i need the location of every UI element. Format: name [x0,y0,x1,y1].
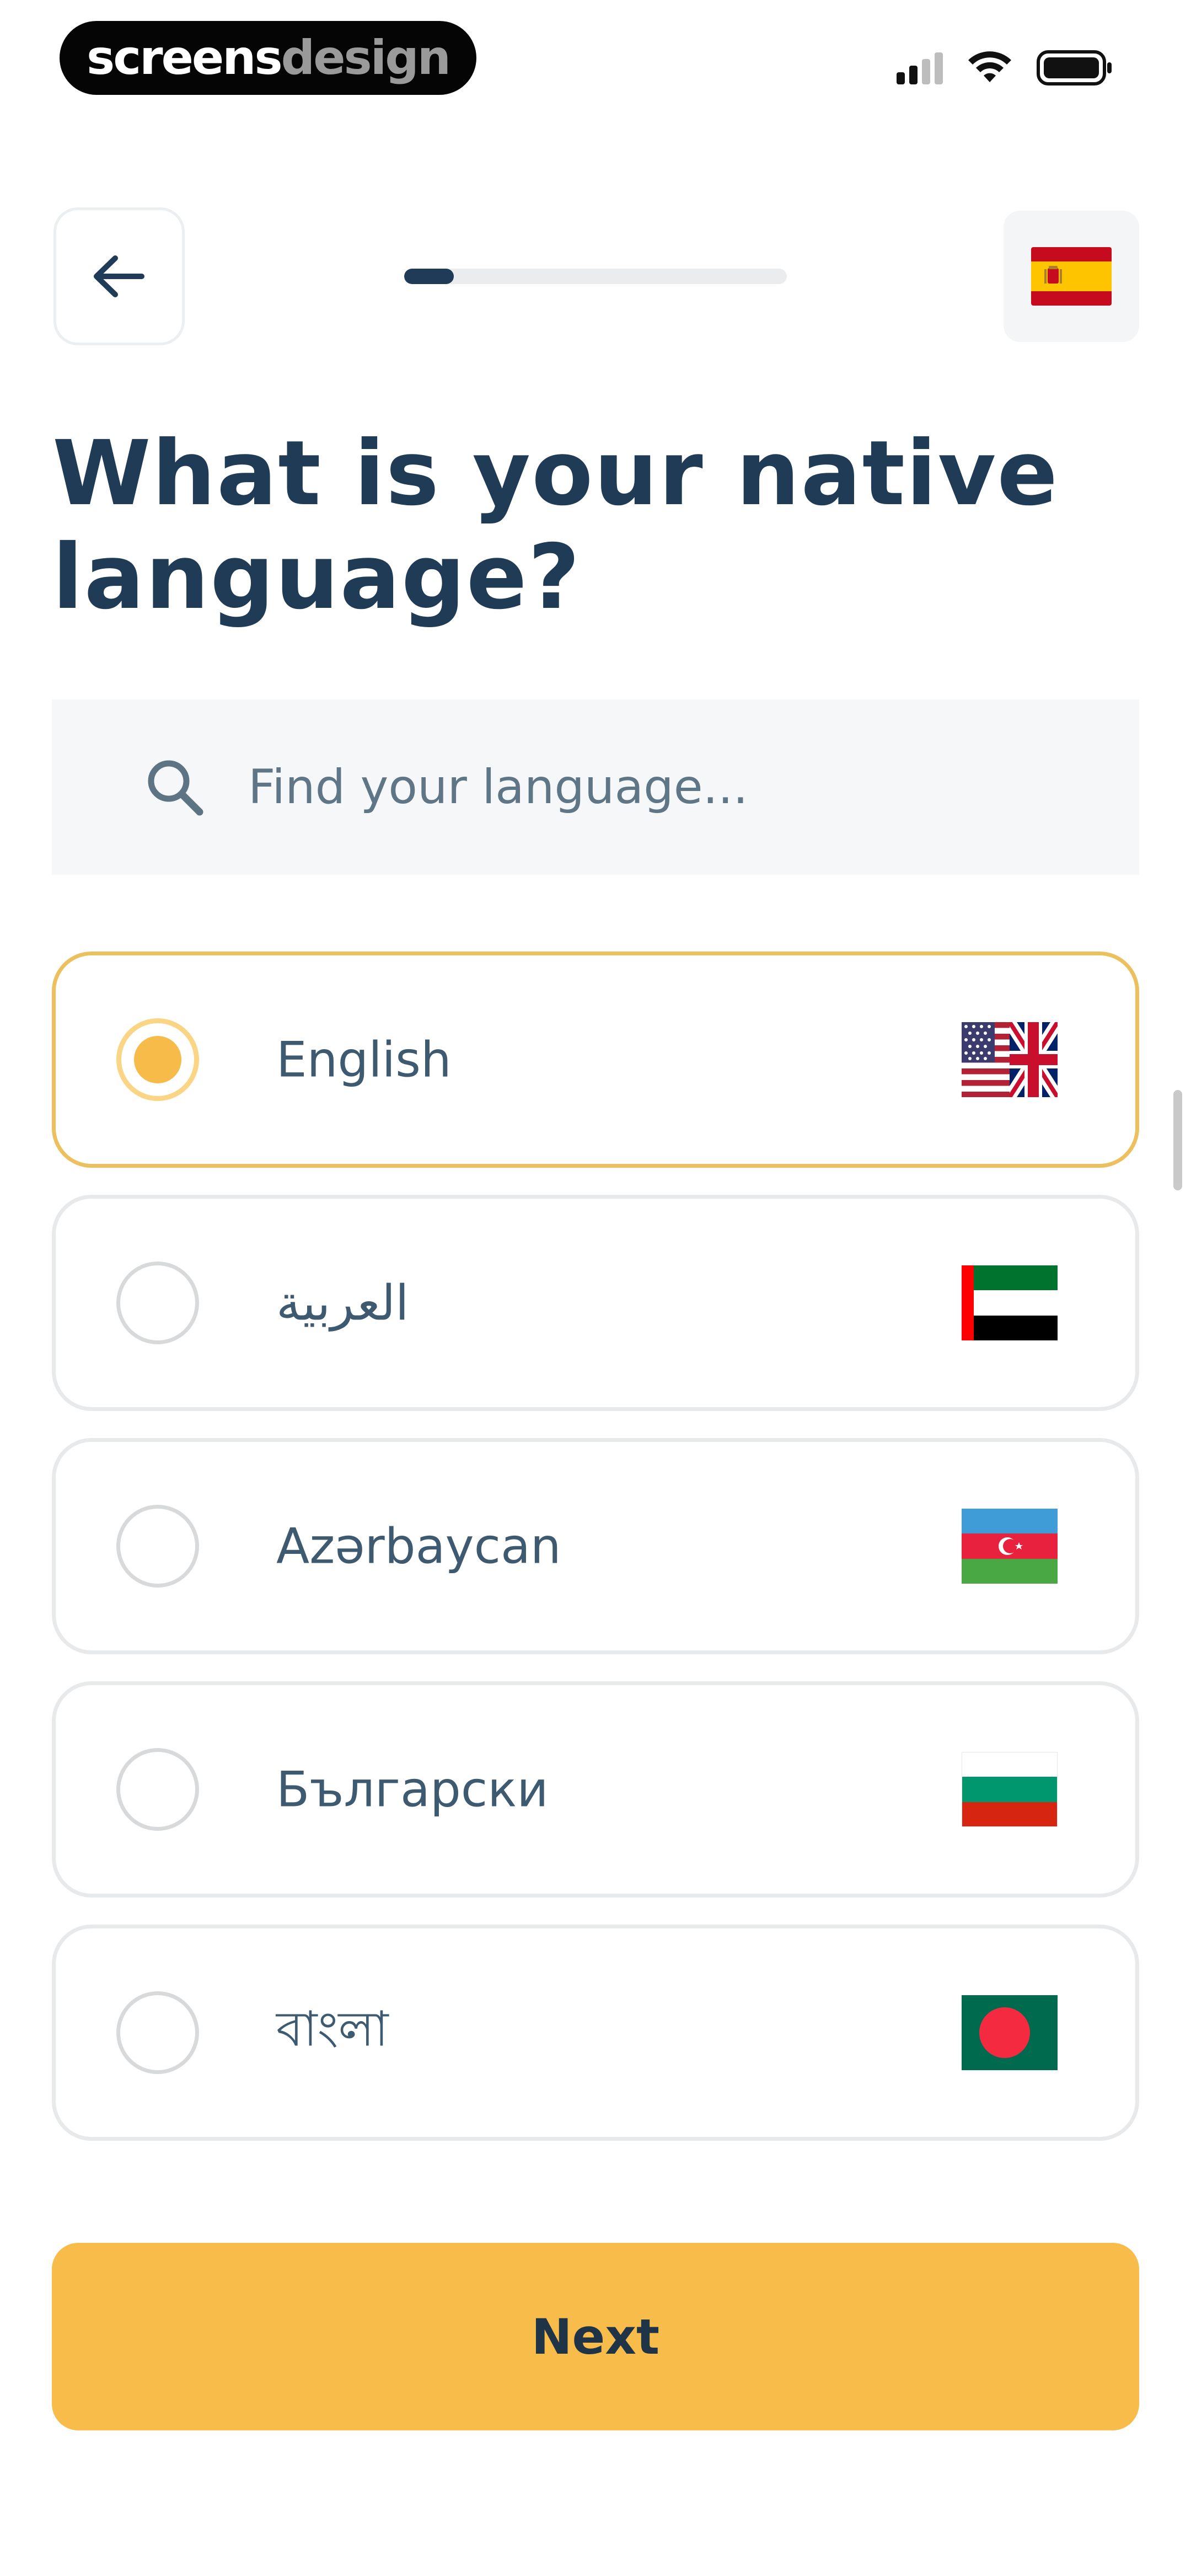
search-icon [148,760,203,816]
language-option-english[interactable]: English [52,952,1139,1168]
target-language-button[interactable] [1004,211,1139,342]
battery-icon [1037,50,1112,85]
language-option-arabic[interactable]: العربية [52,1195,1139,1411]
radio-button[interactable] [116,1262,199,1344]
brand-logo-part1: screens [87,30,283,85]
status-icons [897,49,1114,87]
next-button[interactable]: Next [52,2243,1139,2430]
back-button[interactable] [53,207,185,345]
radio-button[interactable] [116,1505,199,1588]
radio-dot [134,1036,181,1083]
azerbaijan-flag-icon [962,1509,1058,1584]
wifi-icon [968,51,1011,82]
search-input[interactable] [248,760,1075,815]
us-uk-flag-icon [962,1022,1058,1097]
language-option-bengali[interactable]: বাংলা [52,1925,1139,2141]
search-bar[interactable] [52,699,1139,875]
spain-flag-icon [1031,247,1112,306]
progress-bar [404,269,787,284]
progress-bar-fill [404,269,454,284]
bangladesh-flag-icon [962,1995,1058,2070]
cellular-signal-icon [897,51,943,84]
brand-logo-part2: design [281,30,451,85]
radio-button[interactable] [116,1748,199,1831]
scrollbar[interactable] [1173,1090,1182,1190]
language-option-azerbaijani[interactable]: Azərbaycan [52,1438,1139,1654]
language-label: العربية [276,1274,409,1332]
onboarding-screen: screens design What is your native langu… [0,0,1191,2576]
language-label: বাংলা [276,2000,389,2057]
page-title: What is your native language? [52,422,1059,629]
language-label: Български [276,1761,549,1818]
brand-logo: screens design [60,21,476,95]
arrow-left-icon [94,255,144,297]
language-list: English العربية Azərbaycan Български বাং… [52,952,1139,2168]
radio-button-selected[interactable] [116,1018,199,1101]
language-label: Azərbaycan [276,1517,561,1575]
radio-button[interactable] [116,1991,199,2074]
language-label: English [276,1031,452,1088]
bulgaria-flag-icon [962,1752,1058,1827]
uae-flag-icon [962,1265,1058,1340]
language-option-bulgarian[interactable]: Български [52,1681,1139,1898]
